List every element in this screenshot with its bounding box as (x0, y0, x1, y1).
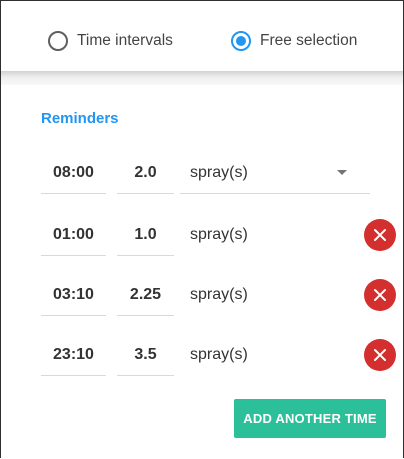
time-intervals-label: Time intervals (77, 32, 173, 49)
reminder-time-field[interactable]: 01:00 (41, 215, 106, 256)
reminder-row: 23:10 3.5 spray(s) (41, 335, 401, 376)
reminder-unit-label: spray(s) (190, 164, 248, 181)
remove-reminder-button[interactable] (364, 219, 396, 251)
free-selection-label: Free selection (260, 32, 358, 49)
chevron-down-icon[interactable] (337, 170, 347, 175)
reminder-unit-label: spray(s) (190, 346, 248, 363)
reminder-unit-label: spray(s) (190, 286, 248, 303)
reminder-row: 08:00 2.0 spray(s) (41, 153, 401, 194)
schedule-mode-selector: Time intervals Free selection (1, 1, 403, 71)
remove-reminder-button[interactable] (364, 279, 396, 311)
reminders-section-title: Reminders (41, 110, 119, 127)
close-icon (374, 229, 386, 241)
reminder-amount-field[interactable]: 1.0 (117, 215, 174, 256)
reminder-time-field[interactable]: 08:00 (41, 153, 106, 194)
add-another-time-button[interactable]: ADD ANOTHER TIME (234, 399, 386, 438)
close-icon (374, 289, 386, 301)
free-selection-option[interactable]: Free selection (231, 31, 357, 51)
close-icon (374, 349, 386, 361)
reminder-row: 03:10 2.25 spray(s) (41, 275, 401, 316)
reminder-settings-panel: Time intervals Free selection Reminders … (0, 0, 404, 458)
reminder-time-field[interactable]: 23:10 (41, 335, 106, 376)
free-selection-radio-icon[interactable] (231, 31, 251, 51)
reminder-amount-field[interactable]: 2.25 (117, 275, 174, 316)
time-intervals-radio-icon[interactable] (48, 31, 68, 51)
reminder-amount-field[interactable]: 3.5 (117, 335, 174, 376)
reminder-unit-label: spray(s) (190, 226, 248, 243)
time-intervals-option[interactable]: Time intervals (48, 31, 173, 51)
section-divider (1, 71, 403, 85)
reminder-row: 01:00 1.0 spray(s) (41, 215, 401, 256)
reminder-time-field[interactable]: 03:10 (41, 275, 106, 316)
reminder-amount-field[interactable]: 2.0 (117, 153, 174, 194)
reminder-unit-dropdown[interactable]: spray(s) (180, 153, 370, 194)
remove-reminder-button[interactable] (364, 339, 396, 371)
